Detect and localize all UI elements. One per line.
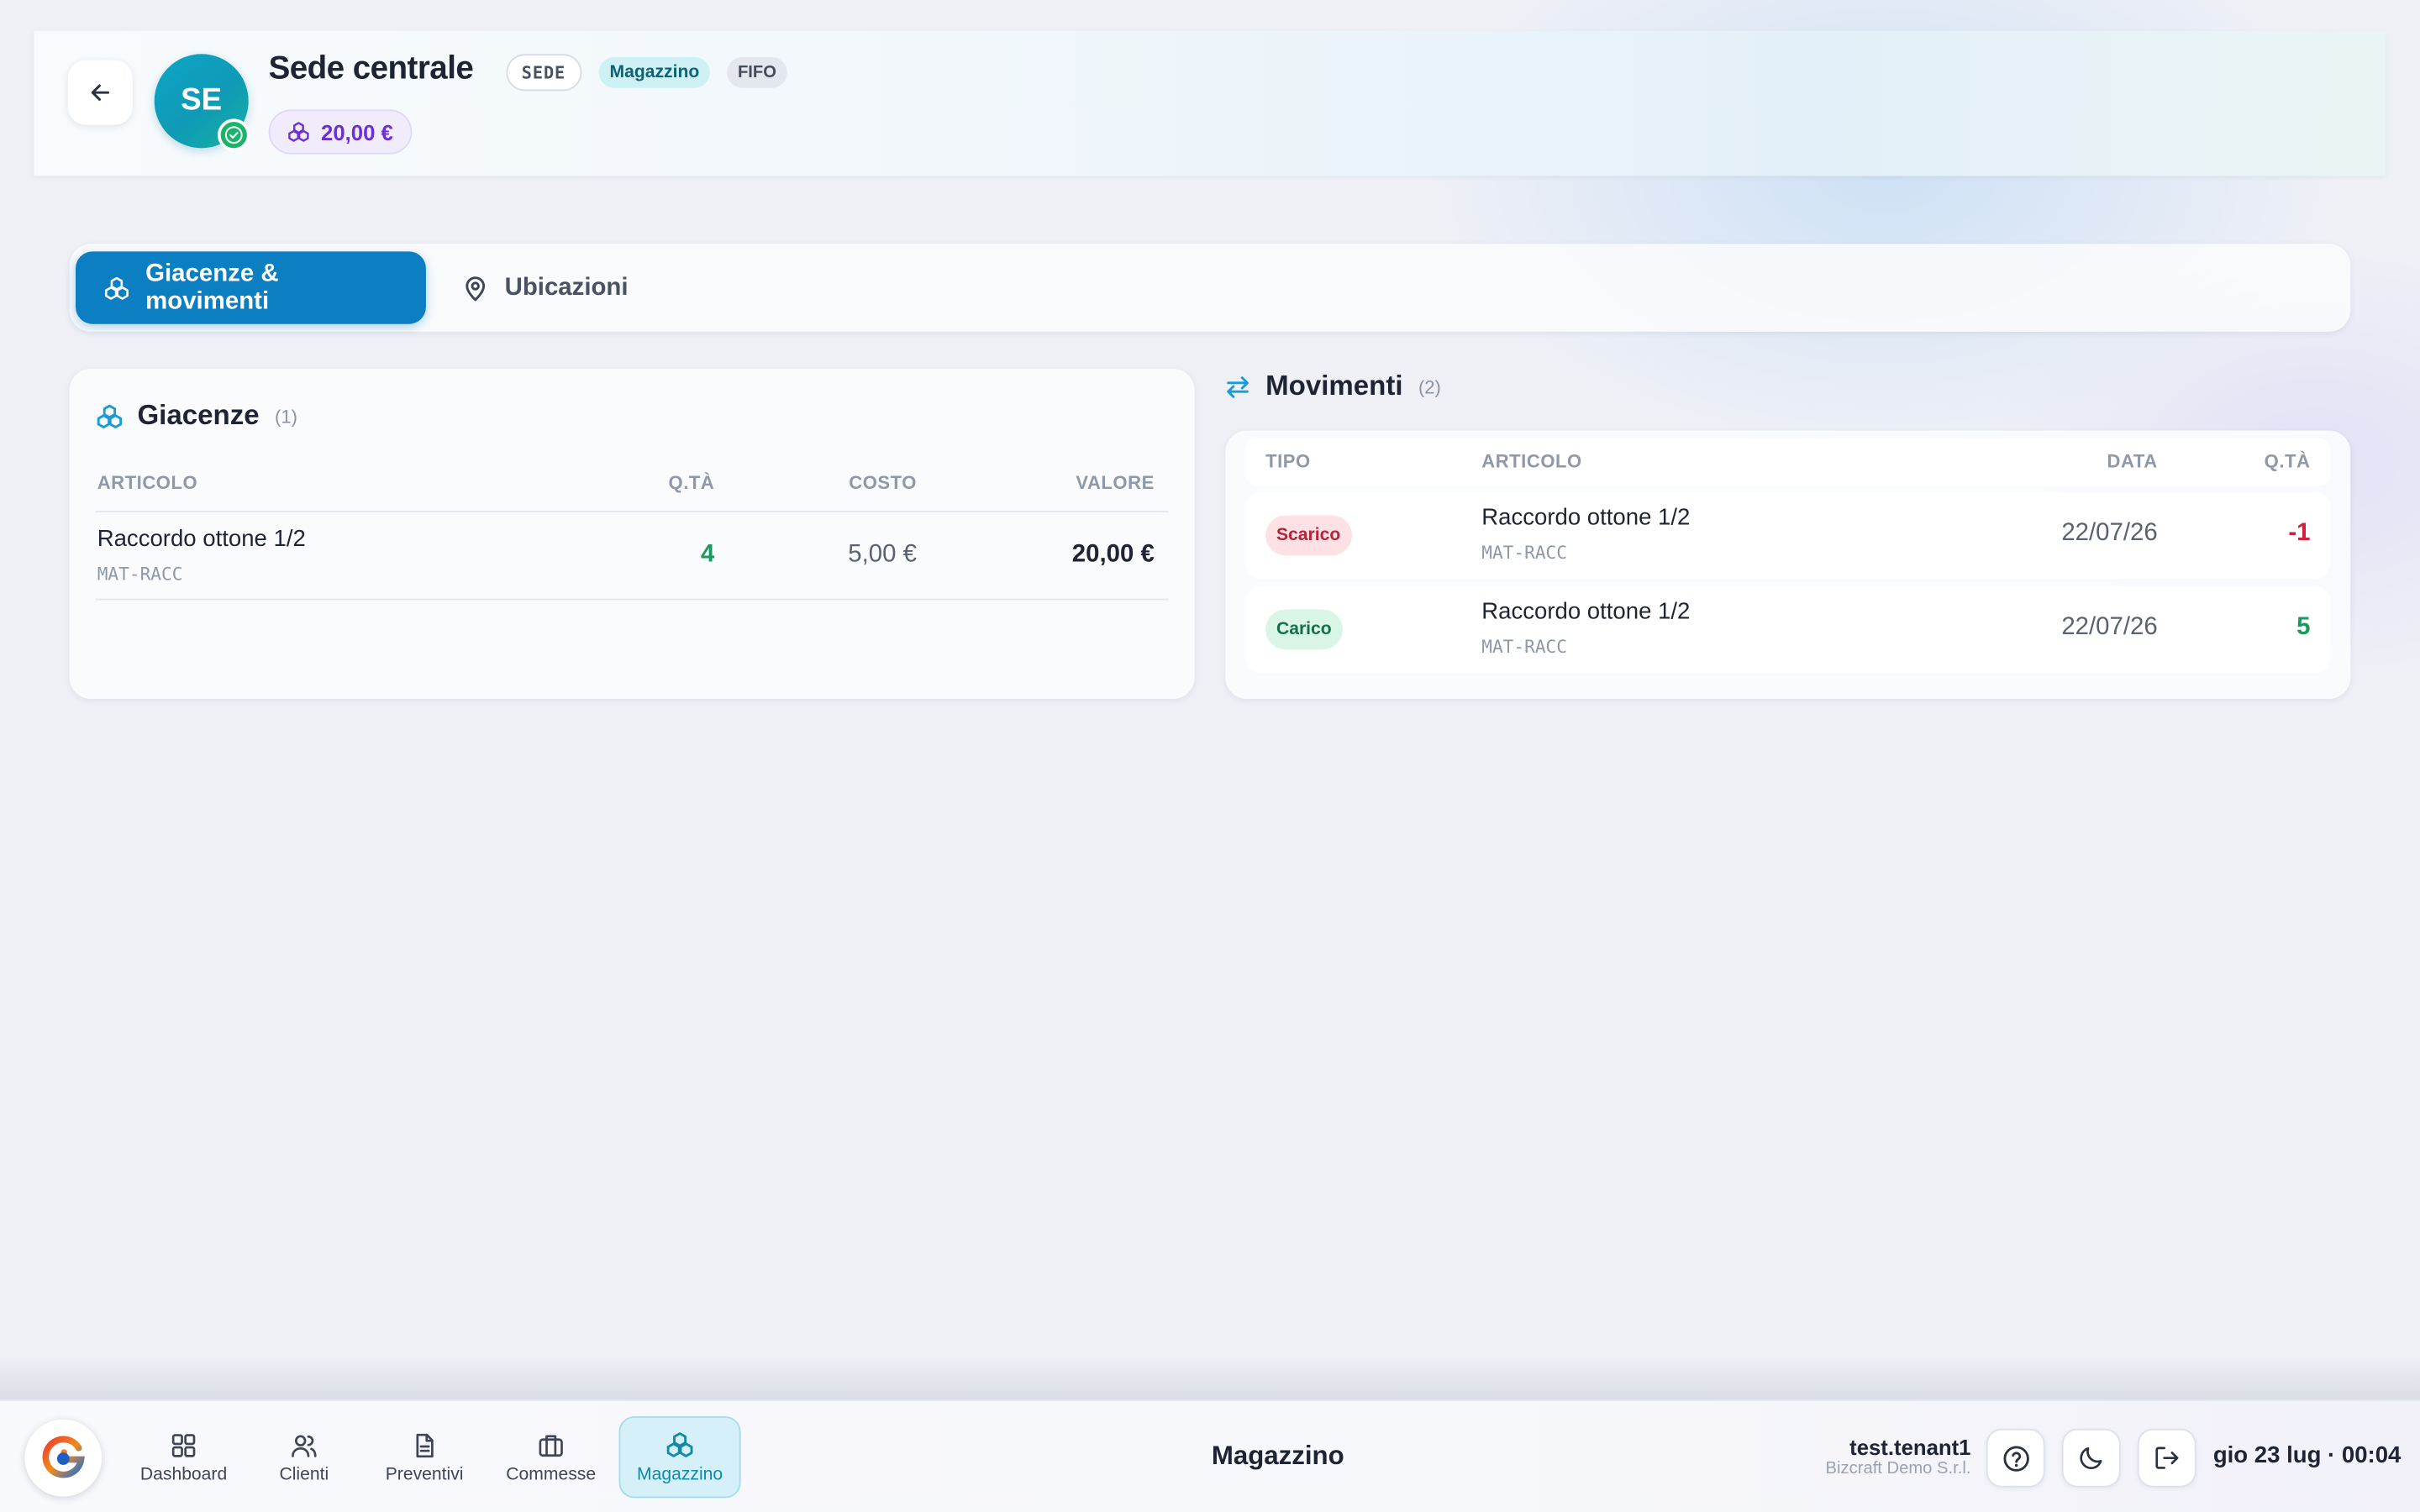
tab-label: Ubicazioni [504, 274, 629, 301]
total-value-badge: 20,00 € [268, 109, 412, 155]
article-name: Raccordo ottone 1/2 [1481, 598, 1691, 625]
arrows-exchange-icon [1227, 375, 1249, 397]
column-header-articolo: ARTICOLO [1481, 450, 1582, 473]
organization-name: Bizcraft Demo S.r.l. [1825, 1459, 1971, 1478]
movement-quantity: 5 [2296, 614, 2311, 641]
article-name: Raccordo ottone 1/2 [1481, 504, 1691, 531]
user-name: test.tenant1 [1849, 1435, 1971, 1460]
table-row[interactable]: Scarico Raccordo ottone 1/2 MAT-RACC 22/… [1245, 491, 2331, 579]
map-pin-icon [466, 276, 486, 301]
giacenze-count: (1) [275, 405, 297, 427]
movimenti-count: (2) [1418, 375, 1441, 397]
moon-icon [2080, 1446, 2102, 1470]
unit-cost: 5,00 € [848, 541, 917, 568]
total-value: 20,00 € [321, 119, 393, 144]
column-header-qty: Q.TÀ [2264, 450, 2311, 473]
column-header-articolo: ARTICOLO [97, 472, 198, 494]
divider [95, 598, 1169, 601]
column-header-valore: VALORE [1076, 472, 1155, 494]
bottom-bar-shadow [0, 1357, 2420, 1401]
boxes-icon [288, 122, 309, 142]
column-header-data: DATA [2107, 450, 2158, 473]
movement-type-badge: Scarico [1265, 515, 1352, 556]
movimenti-title: Movimenti [1265, 370, 1403, 402]
avatar-initials: SE [181, 83, 223, 118]
current-datetime: gio 23 lug · 00:04 [2212, 1442, 2402, 1469]
giacenze-title: Giacenze [137, 399, 260, 431]
movimenti-card: TIPO ARTICOLO DATA Q.TÀ Scarico Raccordo… [1225, 430, 2351, 700]
table-header: TIPO ARTICOLO DATA Q.TÀ [1245, 438, 2331, 486]
page-header: SE Sede centrale SEDE Magazzino FIFO 20,… [34, 30, 2386, 176]
article-code: MAT-RACC [1481, 541, 1567, 564]
theme-toggle-button[interactable] [2061, 1428, 2121, 1488]
movement-type-badge: Carico [1265, 609, 1343, 650]
stock-value: 20,00 € [1071, 541, 1155, 568]
table-row[interactable]: Carico Raccordo ottone 1/2 MAT-RACC 22/0… [1245, 585, 2331, 673]
movement-date: 22/07/26 [2061, 519, 2158, 547]
type-badge: SEDE [506, 54, 581, 92]
movement-quantity: -1 [2288, 519, 2311, 547]
article-code: MAT-RACC [97, 563, 183, 585]
tab-label: Giacenze & movimenti [145, 260, 279, 314]
check-circle-icon [217, 118, 250, 151]
column-header-tipo: TIPO [1265, 450, 1311, 473]
bottom-navigation: Dashboard Clienti Preventivi Commesse Ma… [0, 1399, 2420, 1512]
article-code: MAT-RACC [1481, 635, 1567, 658]
column-header-qty: Q.TÀ [668, 472, 715, 494]
logout-button[interactable] [2137, 1428, 2196, 1488]
boxes-icon [97, 403, 123, 428]
tab-giacenze-movimenti[interactable]: Giacenze & movimenti [75, 251, 426, 324]
help-circle-icon [2002, 1445, 2028, 1471]
current-section-title: Magazzino [1211, 1441, 1344, 1471]
logout-icon [2155, 1446, 2179, 1469]
category-badge: Magazzino [598, 56, 711, 88]
stock-quantity: 4 [701, 541, 715, 568]
user-info: test.tenant1 Bizcraft Demo S.r.l. [1826, 1436, 1971, 1478]
back-button[interactable] [67, 60, 133, 125]
tab-ubicazioni[interactable]: Ubicazioni [434, 251, 656, 323]
giacenze-card: Giacenze (1) ARTICOLO Q.TÀ COSTO VALORE … [69, 368, 1195, 700]
boxes-icon [104, 276, 129, 299]
column-header-costo: COSTO [849, 472, 917, 494]
method-badge: FIFO [727, 56, 787, 88]
movimenti-header: Movimenti (2) [1224, 370, 1441, 403]
divider [95, 510, 1169, 512]
movement-date: 22/07/26 [2061, 614, 2158, 641]
page-title: Sede centrale [268, 50, 474, 87]
help-button[interactable] [1986, 1428, 2045, 1488]
tab-bar: Giacenze & movimenti Ubicazioni [69, 244, 2351, 332]
article-name: Raccordo ottone 1/2 [97, 526, 306, 553]
giacenze-header: Giacenze (1) [96, 400, 297, 433]
arrow-left-icon [91, 84, 110, 101]
